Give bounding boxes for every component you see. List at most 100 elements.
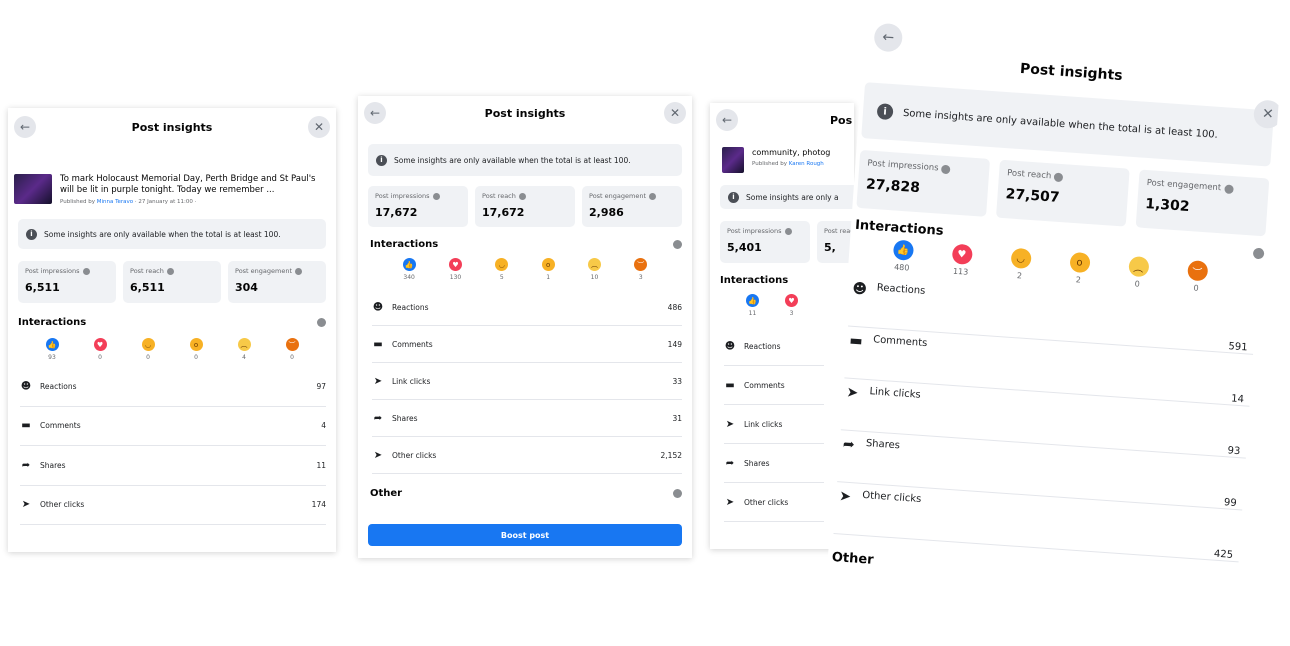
close-icon[interactable]: ✕	[664, 102, 686, 124]
row-label: Shares	[744, 458, 770, 468]
stat-value: 1,302	[1144, 195, 1191, 216]
reaction-count: 2	[1075, 275, 1082, 285]
stat-label: Post reach	[482, 192, 516, 200]
info-icon[interactable]	[1053, 172, 1064, 182]
info-icon: i	[26, 228, 37, 240]
row-value: 97	[316, 381, 326, 391]
stat-impressions: Post impressions 17,672	[368, 186, 468, 227]
row-label: Reactions	[744, 341, 781, 351]
comment-icon: ▬	[725, 379, 735, 391]
row-link-clicks[interactable]: ➤ Link clicks 33	[372, 363, 682, 400]
stat-impressions: Post impressions 5,401	[720, 221, 810, 263]
post-text: To mark Holocaust Memorial Day, Perth Br…	[60, 174, 316, 195]
info-icon[interactable]	[784, 227, 792, 235]
arrow-left-icon[interactable]: ←	[873, 22, 904, 53]
row-shares[interactable]: ➦ Shares	[724, 444, 824, 483]
smiley-icon: ☻	[372, 301, 384, 313]
stat-reach: Post reach 27,507	[995, 159, 1130, 227]
info-icon[interactable]	[1223, 183, 1234, 194]
insights-notice: i Some insights are only a	[720, 185, 854, 209]
section-title: Interactions	[18, 317, 87, 328]
close-icon[interactable]: ✕	[308, 116, 330, 138]
stat-label: Post impressions	[375, 192, 430, 200]
reaction-count: 480	[893, 262, 910, 273]
row-link-clicks[interactable]: ➤ Link clicks	[724, 405, 824, 444]
reaction-sad: ︵ 0	[1127, 255, 1150, 289]
like-icon: 👍	[45, 338, 59, 351]
row-other-clicks[interactable]: ➤ Other clicks 174	[20, 486, 326, 525]
info-icon[interactable]	[295, 267, 303, 275]
haha-icon: ◡	[495, 258, 509, 271]
info-icon[interactable]	[649, 192, 657, 200]
stat-impressions: Post impressions 27,828	[856, 149, 991, 217]
row-value: 149	[667, 339, 682, 349]
row-reactions[interactable]: ☻ Reactions 97	[20, 367, 326, 407]
sad-icon: ︵	[1127, 255, 1150, 278]
stats-row: Post impressions 5,401 Post reach 5,	[720, 221, 854, 263]
info-icon[interactable]	[941, 164, 951, 174]
wow-icon: o	[189, 338, 203, 351]
row-label: Comments	[40, 421, 81, 431]
row-value: 14	[1230, 393, 1245, 406]
info-icon[interactable]	[432, 192, 440, 200]
reaction-angry: ︶ 3	[634, 258, 648, 281]
stat-label: Post reach	[1006, 168, 1052, 182]
reaction-like: 👍 11	[746, 294, 759, 317]
info-icon[interactable]	[673, 489, 682, 498]
share-icon: ➦	[21, 459, 31, 471]
info-icon[interactable]	[673, 240, 682, 249]
reaction-count: 0	[194, 354, 198, 361]
reaction-like: 👍 480	[891, 239, 914, 273]
insights-notice: i Some insights are only available when …	[18, 219, 326, 249]
info-icon[interactable]	[518, 192, 526, 200]
comment-icon: ▬	[373, 338, 383, 350]
row-shares[interactable]: ➦ Shares 11	[20, 446, 326, 486]
love-icon: ♥	[93, 338, 107, 351]
row-comments[interactable]: ▬ Comments 149	[372, 326, 682, 363]
row-comments[interactable]: ▬ Comments 4	[20, 407, 326, 446]
row-comments[interactable]: ▬ Comments	[724, 366, 824, 405]
reaction-count: 93	[48, 354, 56, 361]
reaction-like: 👍 340	[402, 258, 416, 281]
row-reactions[interactable]: ☻ Reactions 486	[372, 289, 682, 326]
post-preview[interactable]: To mark Holocaust Memorial Day, Perth Br…	[14, 174, 326, 205]
stat-engagement: Post engagement 2,986	[582, 186, 682, 227]
reaction-wow: o2	[1068, 251, 1091, 285]
info-icon[interactable]	[166, 267, 174, 275]
info-icon[interactable]	[317, 318, 326, 327]
stat-value: 6,511	[130, 281, 165, 294]
boost-post-button[interactable]: Boost post	[368, 524, 682, 546]
haha-icon: ◡	[1010, 247, 1032, 270]
angry-icon: ︶	[285, 338, 299, 351]
reaction-wow: o1	[541, 258, 555, 281]
reaction-like: 👍 93	[45, 338, 59, 361]
stat-label: Post engagement	[589, 192, 647, 200]
section-title: Other	[831, 549, 875, 568]
row-shares[interactable]: ➦ Shares 31	[372, 400, 682, 437]
post-thumbnail	[722, 147, 744, 173]
row-reactions[interactable]: ☻ Reactions	[724, 327, 824, 366]
arrow-left-icon[interactable]: ←	[364, 102, 386, 124]
author-link[interactable]: Karen Rough	[789, 161, 824, 167]
reaction-count: 130	[449, 274, 462, 281]
info-icon[interactable]	[1252, 247, 1265, 260]
interaction-rows: ☻ Reactions 486 ▬ Comments 149 ➤ Link clicks 3…	[372, 289, 682, 474]
arrow-left-icon[interactable]: ←	[716, 109, 738, 131]
reaction-love: ♥ 3	[785, 294, 798, 317]
stat-label: Post engagement	[1146, 178, 1222, 194]
author-link[interactable]: Minna Teravo	[97, 199, 133, 205]
smiley-icon: ☻	[20, 380, 32, 392]
row-value: 4	[321, 421, 326, 431]
row-value: 31	[672, 413, 682, 423]
row-other-clicks[interactable]: ➤ Other clicks 2,152	[372, 437, 682, 474]
reaction-count: 2	[1016, 271, 1023, 281]
panel-header: ← Post insights ✕	[358, 96, 692, 130]
info-icon[interactable]	[82, 267, 90, 275]
arrow-left-icon[interactable]: ←	[14, 116, 36, 138]
stats-row: Post impressions 6,511 Post reach 6,511 …	[18, 261, 326, 303]
reaction-angry: ︶ 0	[1186, 260, 1208, 293]
cursor-icon: ➤	[838, 488, 852, 506]
cursor-icon: ➤	[373, 449, 383, 461]
row-other-clicks[interactable]: ➤ Other clicks	[724, 483, 824, 522]
post-preview[interactable]: community, photog Published by Karen Rou…	[722, 147, 854, 173]
